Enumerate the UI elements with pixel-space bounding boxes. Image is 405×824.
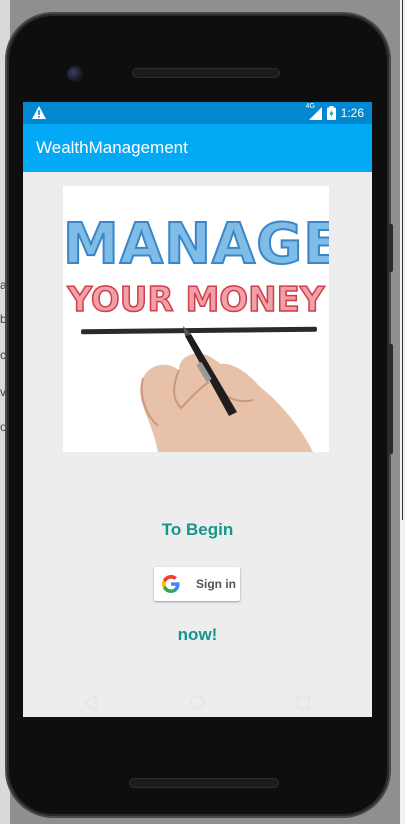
to-begin-heading: To Begin (161, 520, 234, 539)
hand-with-pen-illustration (140, 326, 313, 452)
warning-icon (32, 106, 46, 119)
recents-nav-icon[interactable] (296, 695, 311, 710)
background-divider (402, 0, 403, 520)
sign-in-label: Sign in (196, 577, 236, 591)
manage-money-hero-image: MANAGE YOUR MONEY (63, 186, 329, 452)
home-nav-icon[interactable] (189, 694, 206, 711)
google-g-icon (162, 575, 180, 593)
google-sign-in-button[interactable]: Sign in (154, 567, 240, 601)
power-button (389, 224, 393, 272)
background-text-fragment: v (0, 385, 6, 399)
status-bar: 4G 1:26 (23, 102, 372, 124)
background-text-fragment: c (0, 348, 6, 362)
background-text-fragment: o (0, 420, 7, 434)
back-nav-icon[interactable] (82, 694, 98, 712)
phone-screen: 4G 1:26 WealthManagement MANAGE YOUR MON… (23, 102, 372, 717)
front-camera (67, 66, 83, 82)
app-title: WealthManagement (36, 138, 188, 157)
status-icons: 4G 1:26 (306, 103, 364, 121)
volume-button (389, 344, 393, 454)
signal-icon: 4G (306, 103, 322, 120)
background-text-fragment: b (0, 312, 7, 326)
bottom-speaker-grille (129, 778, 279, 788)
now-text: now! (177, 625, 218, 644)
app-bar: WealthManagement (23, 124, 372, 172)
top-speaker-grille (132, 68, 280, 78)
status-time: 1:26 (340, 106, 364, 120)
battery-icon (326, 106, 336, 120)
background-text-fragment: a (0, 278, 7, 292)
